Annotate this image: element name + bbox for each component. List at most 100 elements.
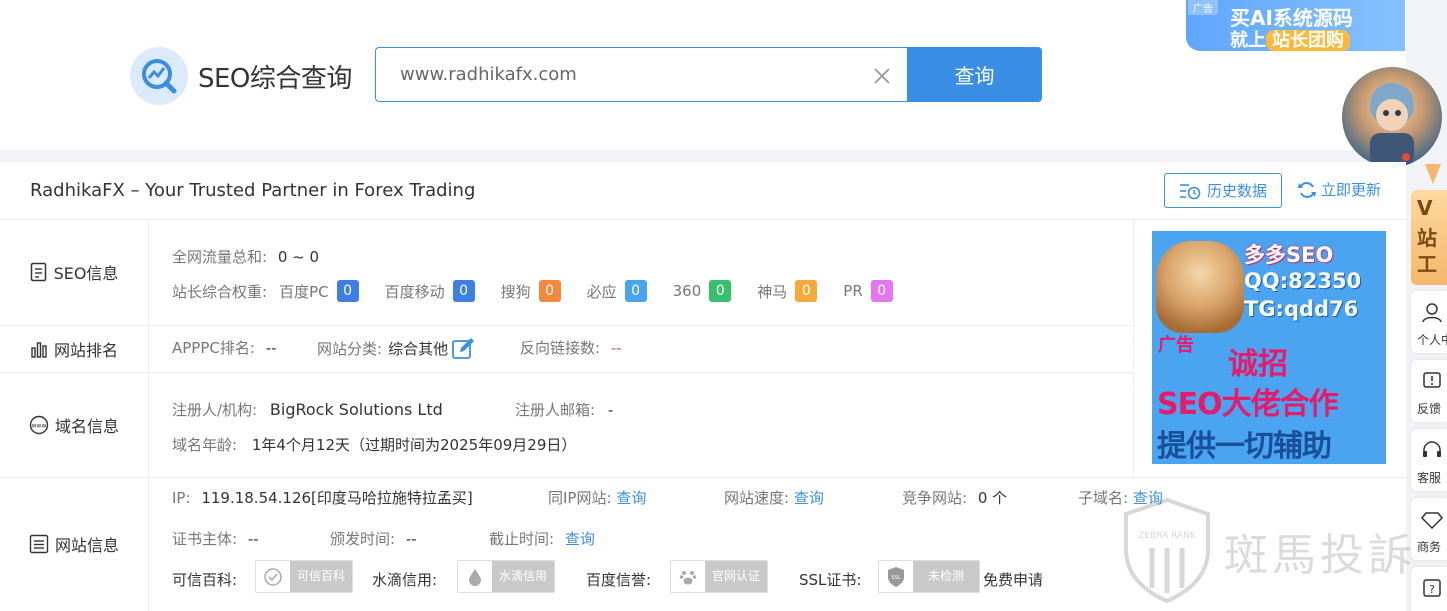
- top-ad-banner[interactable]: 广告 买AI系统源码 就上 站长团购: [1186, 0, 1405, 51]
- site-speed: 网站速度: 查询: [724, 489, 824, 507]
- weight-badge[interactable]: 0: [538, 280, 561, 302]
- divider: [0, 219, 1406, 220]
- seo-info-label: SEO信息: [0, 219, 148, 325]
- cert-subject: 证书主体: --: [172, 530, 259, 548]
- right-sidebar: V 站 工 个人中 反馈 客服 商务 ?: [1411, 160, 1447, 611]
- www-icon: www: [29, 415, 49, 434]
- site-info-label: 网站信息: [0, 477, 148, 611]
- edit-icon[interactable]: [452, 337, 476, 359]
- weight-badge[interactable]: 0: [709, 280, 732, 302]
- registrant-email: 注册人邮箱: -: [515, 401, 614, 419]
- vip-tools-entry[interactable]: V 站 工: [1411, 190, 1447, 285]
- logo-title: SEO综合查询: [198, 63, 352, 94]
- divider: [0, 372, 1133, 373]
- rail-feedback[interactable]: 反馈: [1411, 360, 1447, 422]
- site-logo[interactable]: SEO综合查询: [130, 47, 352, 105]
- weight-item: 必应 0: [587, 280, 647, 302]
- subdomains: 子域名: 查询: [1078, 489, 1163, 507]
- traffic-total: 全网流量总和: 0 ~ 0: [172, 248, 320, 266]
- rail-business[interactable]: 商务: [1411, 498, 1447, 560]
- search-button[interactable]: 查询: [907, 47, 1042, 102]
- clear-icon[interactable]: [873, 67, 891, 85]
- floating-mascot-avatar[interactable]: [1342, 67, 1442, 167]
- cert-expire-time: 截止时间: 查询: [489, 530, 595, 548]
- top-ad-line2: 就上 站长团购: [1230, 26, 1350, 51]
- seo-result-card: RadhikaFX – Your Trusted Partner in Fore…: [0, 162, 1406, 611]
- water-drop-icon: [458, 561, 492, 592]
- search-box: [375, 47, 907, 102]
- competitor-sites: 竞争网站: 0 个: [902, 489, 1008, 507]
- rail-customer-service[interactable]: 客服: [1411, 429, 1447, 491]
- ssl-apply-link[interactable]: 免费申请: [983, 569, 1043, 590]
- weight-badge[interactable]: 0: [870, 280, 893, 302]
- weight-name: 360: [672, 282, 702, 300]
- weight-item: 百度移动 0: [385, 280, 475, 302]
- svg-text:www: www: [32, 422, 47, 429]
- list-icon: [29, 534, 49, 554]
- shield-icon: [256, 561, 290, 592]
- divider: [148, 219, 149, 611]
- domain-age: 域名年龄: 1年4个月12天（过期时间为2025年09月29日）: [172, 436, 577, 454]
- expire-query-link[interactable]: 查询: [565, 530, 595, 548]
- divider: [1133, 219, 1134, 477]
- speed-query-link[interactable]: 查询: [794, 489, 824, 507]
- shuidi-label: 水滴信用:: [372, 571, 438, 589]
- weight-name: 搜狗: [500, 282, 531, 301]
- weight-badge[interactable]: 0: [336, 280, 359, 302]
- feedback-icon: [1423, 372, 1441, 388]
- ip-address: IP: 119.18.54.126[印度马哈拉施特拉孟买]: [172, 489, 473, 507]
- svg-text:?: ?: [1429, 583, 1435, 596]
- weight-item: PR 0: [843, 280, 893, 302]
- site-category: 网站分类: 综合其他: [317, 337, 476, 359]
- weight-name: PR: [843, 282, 863, 300]
- shuidi-badge[interactable]: 水滴信用: [457, 560, 556, 593]
- same-ip-query-link[interactable]: 查询: [616, 489, 646, 507]
- refresh-icon: [1298, 181, 1316, 198]
- search-input[interactable]: [376, 48, 856, 101]
- history-data-button[interactable]: 历史数据: [1164, 173, 1282, 208]
- weight-name: 百度移动: [384, 282, 445, 301]
- bar-chart-icon: [31, 341, 47, 358]
- domain-info-label: www 域名信息: [0, 372, 148, 477]
- ad-character-image: [1156, 241, 1244, 333]
- seo-logo-icon: [130, 47, 188, 105]
- baidu-badge[interactable]: 官网认证: [670, 560, 769, 593]
- weight-row: 站长综合权重: 百度PC 0 百度移动 0 搜狗 0 必应 0 360 0 神马 0 PR 0: [172, 280, 893, 302]
- weight-item: 360 0: [673, 280, 732, 302]
- weight-badge[interactable]: 0: [452, 280, 475, 302]
- svg-text:SSL: SSL: [891, 575, 900, 581]
- same-ip-sites: 同IP网站: 查询: [548, 489, 647, 507]
- history-icon: [1179, 183, 1201, 199]
- baidu-label: 百度信誉:: [586, 571, 652, 589]
- header-bar: SEO综合查询 查询 广告 买AI系统源码 就上站长团购: [0, 0, 1406, 150]
- vip-crown-icon: [1425, 164, 1441, 184]
- weight-name: 百度PC: [279, 282, 329, 301]
- weight-badge[interactable]: 0: [624, 280, 647, 302]
- registrant: 注册人/机构: BigRock Solutions Ltd: [172, 400, 443, 419]
- top-ad-highlight: 站长团购: [1266, 30, 1350, 51]
- weight-badge[interactable]: 0: [795, 280, 818, 302]
- site-title: RadhikaFX – Your Trusted Partner in Fore…: [30, 180, 476, 201]
- weight-item: 神马 0: [757, 280, 818, 302]
- ad-tag: 广告: [1188, 0, 1218, 15]
- rail-personal-center[interactable]: 个人中: [1411, 291, 1447, 353]
- weight-name: 必应: [586, 282, 617, 301]
- subdomain-query-link[interactable]: 查询: [1133, 489, 1163, 507]
- ssl-label: SSL证书:: [799, 571, 862, 589]
- backlinks: 反向链接数: --: [520, 339, 622, 357]
- divider: [0, 325, 1133, 326]
- weight-name: 神马: [757, 282, 788, 301]
- paw-icon: [671, 561, 705, 592]
- refresh-now-link[interactable]: 立即更新: [1297, 179, 1381, 200]
- ssl-badge[interactable]: SSL 未检测: [878, 560, 980, 593]
- weight-badges: 百度PC 0 百度移动 0 搜狗 0 必应 0 360 0 神马 0 PR 0: [267, 280, 893, 302]
- kexin-badge[interactable]: 可信百科: [255, 560, 354, 593]
- document-icon: [30, 262, 46, 282]
- side-ad-banner[interactable]: 多多SEO QQ:82350 TG:qdd76 广告 诚招 SEO大佬合作 提供…: [1152, 231, 1386, 464]
- kexin-label: 可信百科:: [172, 571, 238, 589]
- rail-help[interactable]: ?: [1411, 567, 1447, 611]
- site-rank-label: 网站排名: [0, 325, 148, 372]
- apppc-rank: APPPC排名: --: [172, 339, 277, 357]
- help-icon: ?: [1423, 579, 1441, 597]
- diamond-icon: [1421, 512, 1443, 530]
